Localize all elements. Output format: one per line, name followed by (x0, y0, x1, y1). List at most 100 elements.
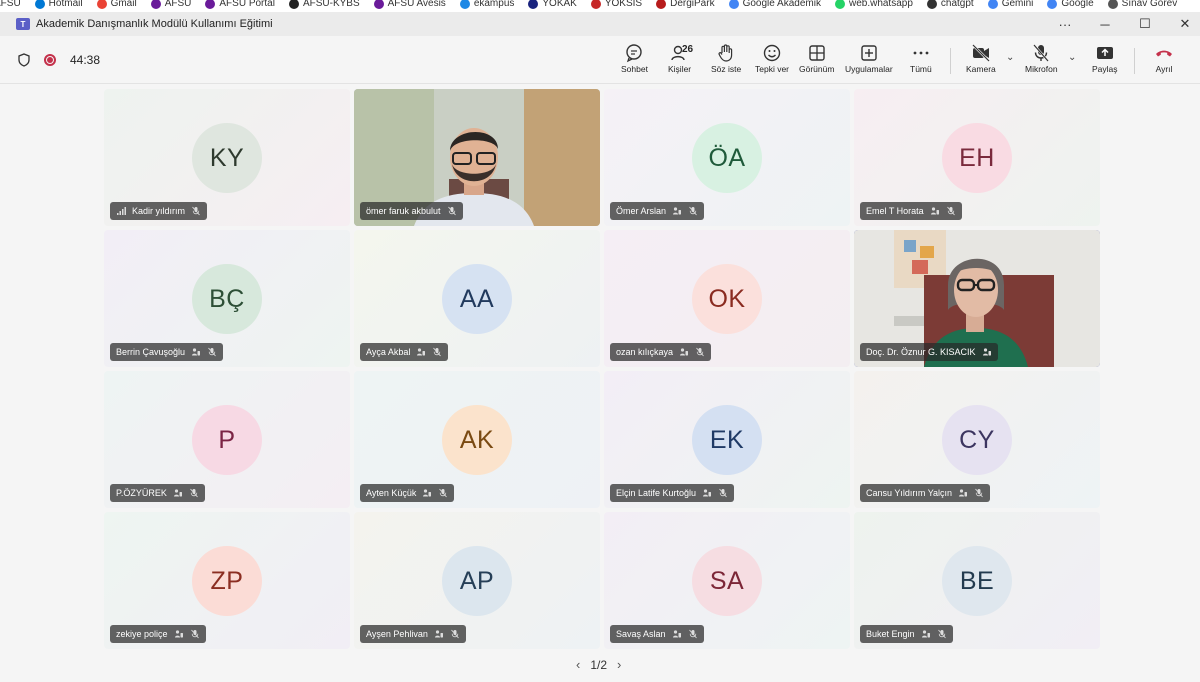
bookmark-item[interactable]: AFSÜ Portal (205, 0, 275, 10)
participant-tile[interactable]: KY Kadir yıldırım (104, 89, 350, 226)
raise-hand-button[interactable]: Söz iste (711, 43, 741, 79)
participant-grid: ‹ 1/2 › KY Kadir yıldırım ömer faruk akbul… (0, 85, 1200, 682)
participant-nameplate: zekiye poliçe (110, 625, 206, 643)
participant-tile[interactable]: BE Buket Engin (854, 512, 1100, 649)
participant-nameplate: ömer faruk akbulut (360, 202, 463, 220)
mic-off-icon (688, 629, 697, 639)
share-icon (1096, 47, 1113, 59)
close-window-button[interactable]: ✕ (1178, 16, 1192, 32)
window-title: Akademik Danışmanlık Modülü Kullanımı Eğ… (36, 18, 273, 30)
mic-off-icon (208, 347, 216, 357)
participant-tile[interactable]: ÖA Ömer Arslan (604, 89, 850, 226)
joined-by-phone-icon (680, 348, 689, 356)
joined-by-phone-icon (921, 630, 930, 638)
participant-tile[interactable]: EH Emel T Horata (854, 89, 1100, 226)
bookmark-item[interactable]: Hotmail (34, 0, 83, 10)
participant-avatar: AA (442, 264, 512, 334)
bookmark-item[interactable]: AFSU Avesis (373, 0, 446, 10)
bookmark-item[interactable]: YÖKSİS (590, 0, 643, 10)
more-options-button[interactable]: ··· (1058, 17, 1072, 32)
view-button[interactable]: Görünüm (799, 43, 834, 79)
participant-tile[interactable]: AA Ayça Akbal (354, 230, 600, 367)
apps-button[interactable]: Uygulamalar (845, 43, 893, 79)
people-button[interactable]: 26 Kişiler (668, 43, 694, 79)
joined-by-phone-icon (173, 489, 182, 497)
react-label: Tepki ver (755, 64, 790, 74)
participant-nameplate: ozan kılıçkaya (610, 343, 712, 361)
bookmark-item[interactable]: AFSÜ (150, 0, 192, 10)
participant-tile[interactable]: AK Ayten Küçük (354, 371, 600, 508)
previous-page-chevron-icon[interactable]: ‹ (576, 657, 580, 672)
bookmark-label: AFSÜ (0, 0, 21, 9)
people-count: 26 (682, 44, 694, 55)
participant-nameplate: Emel T Horata (860, 202, 962, 220)
share-button[interactable]: Paylaş (1092, 43, 1118, 79)
chat-button[interactable]: Sohbet (621, 43, 648, 79)
camera-options-chevron-icon[interactable]: ⌄ (1006, 52, 1014, 63)
more-actions-button[interactable]: Tümü (910, 43, 932, 79)
bookmark-label: web.whatsapp (848, 0, 913, 9)
react-button[interactable]: Tepki ver (755, 43, 789, 79)
bookmark-item[interactable]: Gmail (96, 0, 137, 10)
shield-icon (18, 53, 30, 67)
bookmark-label: AFSÜ (164, 0, 192, 9)
mic-off-icon (190, 488, 198, 498)
bookmark-item[interactable]: YÖKAK (528, 0, 577, 10)
joined-by-phone-icon (417, 348, 426, 356)
bookmark-label: YÖKAK (542, 0, 577, 9)
mic-button[interactable]: Mikrofon (1025, 43, 1058, 79)
participant-tile[interactable]: EK Elçin Latife Kurtoğlu (604, 371, 850, 508)
participant-avatar: AK (442, 405, 512, 475)
bookmark-item[interactable]: Google Akademik (728, 0, 821, 10)
bookmark-favicon-icon (728, 0, 739, 9)
bookmark-item[interactable]: AFSÜ-KYBS (288, 0, 360, 10)
participant-nameplate: Ayten Küçük (360, 484, 455, 502)
bookmark-item[interactable]: ekampus (459, 0, 514, 10)
bookmark-item[interactable]: Gemini (987, 0, 1033, 10)
bookmark-label: YÖKSİS (604, 0, 643, 9)
camera-button[interactable]: Kamera (966, 43, 996, 79)
participant-tile[interactable]: OK ozan kılıçkaya (604, 230, 850, 367)
participant-name: Elçin Latife Kurtoğlu (616, 488, 697, 498)
bookmark-item[interactable]: DergiPark (656, 0, 715, 10)
joined-by-phone-icon (673, 207, 682, 215)
joined-by-phone-icon (423, 489, 432, 497)
bookmark-label: Google Akademik (742, 0, 821, 9)
participant-tile[interactable]: P P.ÖZYÜREK (104, 371, 350, 508)
toolbar-divider (950, 48, 951, 74)
mic-off-icon (696, 347, 704, 357)
bookmark-item[interactable]: Google (1047, 0, 1094, 10)
participant-name: Kadir yıldırım (132, 206, 186, 216)
participant-name: ömer faruk akbulut (366, 206, 441, 216)
participant-avatar: BÇ (192, 264, 262, 334)
bookmark-favicon-icon (528, 0, 539, 9)
minimize-button[interactable]: ─ (1098, 17, 1112, 32)
mic-off-icon (689, 206, 697, 216)
participant-tile[interactable]: SA Savaş Aslan (604, 512, 850, 649)
bookmark-item[interactable]: web.whatsapp (834, 0, 913, 10)
participant-tile[interactable]: CY Cansu Yıldırım Yalçın (854, 371, 1100, 508)
mic-off-icon (719, 488, 727, 498)
maximize-button[interactable]: ☐ (1138, 16, 1152, 32)
participant-avatar: EK (692, 405, 762, 475)
next-page-chevron-icon[interactable]: › (617, 657, 621, 672)
joined-by-phone-icon (672, 630, 681, 638)
participant-tile[interactable]: ZP zekiye poliçe (104, 512, 350, 649)
participant-tile[interactable]: AP Ayşen Pehlivan (354, 512, 600, 649)
add-app-icon (861, 45, 877, 61)
participant-tile[interactable]: ömer faruk akbulut (354, 89, 600, 226)
participant-tile[interactable]: BÇ Berrin Çavuşoğlu (104, 230, 350, 367)
bookmark-item[interactable]: AFSÜ (0, 0, 21, 10)
joined-by-phone-icon (703, 489, 712, 497)
participant-name: Ayça Akbal (366, 347, 411, 357)
mic-options-chevron-icon[interactable]: ⌄ (1068, 52, 1076, 63)
network-signal-icon (117, 207, 126, 215)
leave-button[interactable]: Ayrıl (1154, 43, 1174, 79)
bookmark-item[interactable]: chatgpt (926, 0, 974, 10)
chat-label: Sohbet (621, 64, 648, 74)
bookmark-item[interactable]: Sınav Görev (1107, 0, 1177, 10)
pagination: ‹ 1/2 › (576, 657, 621, 672)
participant-tile[interactable]: Doç. Dr. Öznur G. KISACIK (854, 230, 1100, 367)
share-label: Paylaş (1092, 64, 1118, 74)
participant-avatar: P (192, 405, 262, 475)
